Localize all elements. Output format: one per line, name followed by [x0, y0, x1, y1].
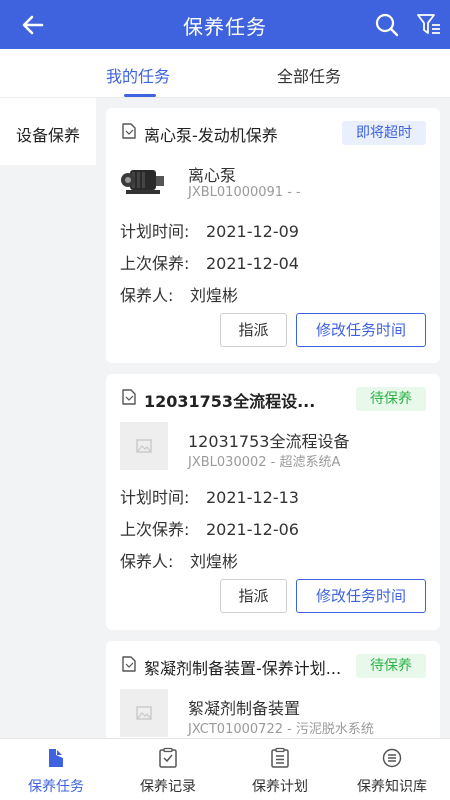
- task-title: 絮凝剂制备装置-保养计划...: [144, 659, 342, 678]
- task-title: 12031753全流程设...: [144, 392, 316, 411]
- last-maintenance-value: 2021-12-06: [206, 520, 299, 539]
- equipment-code: JXBL01000091 - -: [188, 185, 301, 200]
- filter-icon[interactable]: [416, 12, 442, 38]
- nav-label: 保养任务: [28, 779, 84, 795]
- plan-time-value: 2021-12-09: [206, 222, 299, 241]
- record-icon: [159, 747, 177, 768]
- maintainer-row: 保养人: 刘煌彬: [120, 548, 238, 572]
- plan-icon: [271, 747, 289, 768]
- last-maintenance-label: 上次保养:: [120, 520, 190, 539]
- task-list: 离心泵-发动机保养 即将超时 离心泵 JXBL01000091 - - 计划时间…: [96, 98, 450, 738]
- equipment-name: 12031753全流程设备: [188, 432, 350, 451]
- search-icon[interactable]: [374, 12, 400, 38]
- assign-button[interactable]: 指派: [220, 313, 287, 347]
- assign-button[interactable]: 指派: [220, 579, 287, 613]
- plan-time-value: 2021-12-13: [206, 488, 299, 507]
- equipment-code: JXCT01000722 - 污泥脱水系统: [188, 722, 374, 737]
- last-maintenance-row: 上次保养: 2021-12-04: [120, 250, 299, 274]
- task-tabs: 我的任务 全部任务: [0, 49, 450, 98]
- maintainer-label: 保养人:: [120, 286, 174, 305]
- modify-task-time-button[interactable]: 修改任务时间: [296, 579, 426, 613]
- image-placeholder: [120, 422, 168, 470]
- plan-time-label: 计划时间:: [120, 222, 190, 241]
- maintainer-value: 刘煌彬: [190, 286, 239, 305]
- nav-maintenance-task[interactable]: 保养任务: [0, 739, 112, 800]
- equipment-code: JXBL030002 - 超滤系统A: [188, 455, 341, 470]
- app-header: 保养任务: [0, 0, 450, 49]
- plan-time-row: 计划时间: 2021-12-09: [120, 218, 299, 242]
- nav-label: 保养记录: [140, 779, 196, 795]
- document-icon: [122, 389, 136, 405]
- image-placeholder-icon: [136, 439, 152, 453]
- task-card[interactable]: 离心泵-发动机保养 即将超时 离心泵 JXBL01000091 - - 计划时间…: [106, 108, 440, 363]
- image-placeholder-icon: [136, 706, 152, 720]
- sidebar-item-equipment-maintenance[interactable]: 设备保养: [0, 98, 96, 165]
- status-badge: 待保养: [356, 387, 426, 411]
- knowledge-icon: [382, 748, 402, 768]
- bottom-nav: 保养任务 保养记录 保养计划 保养知识库: [0, 738, 450, 800]
- maintainer-row: 保养人: 刘煌彬: [120, 282, 238, 306]
- task-icon: [49, 749, 63, 767]
- plan-time-label: 计划时间:: [120, 488, 190, 507]
- last-maintenance-value: 2021-12-04: [206, 254, 299, 273]
- nav-maintenance-record[interactable]: 保养记录: [112, 739, 224, 800]
- equipment-name: 絮凝剂制备装置: [188, 699, 301, 718]
- task-card[interactable]: 12031753全流程设... 待保养 12031753全流程设备 JXBL03…: [106, 374, 440, 630]
- last-maintenance-row: 上次保养: 2021-12-06: [120, 516, 299, 540]
- maintainer-label: 保养人:: [120, 552, 174, 571]
- modify-task-time-button[interactable]: 修改任务时间: [296, 313, 426, 347]
- last-maintenance-label: 上次保养:: [120, 254, 190, 273]
- nav-label: 保养计划: [252, 779, 308, 795]
- tab-all-tasks[interactable]: 全部任务: [277, 63, 341, 87]
- status-badge: 待保养: [356, 654, 426, 678]
- task-title: 离心泵-发动机保养: [144, 126, 278, 145]
- image-placeholder: [120, 689, 168, 737]
- category-sidebar: 设备保养: [0, 98, 96, 738]
- nav-knowledge-base[interactable]: 保养知识库: [336, 739, 448, 800]
- pump-image: [121, 170, 164, 194]
- maintainer-value: 刘煌彬: [190, 552, 239, 571]
- nav-maintenance-plan[interactable]: 保养计划: [224, 739, 336, 800]
- equipment-name: 离心泵: [188, 166, 237, 185]
- document-icon: [122, 656, 136, 672]
- tab-my-tasks[interactable]: 我的任务: [106, 63, 170, 87]
- nav-label: 保养知识库: [357, 779, 427, 795]
- plan-time-row: 计划时间: 2021-12-13: [120, 484, 299, 508]
- active-tab-indicator: [124, 94, 156, 97]
- task-card[interactable]: 絮凝剂制备装置-保养计划... 待保养 絮凝剂制备装置 JXCT01000722…: [106, 641, 440, 738]
- document-icon: [122, 123, 136, 139]
- status-badge: 即将超时: [342, 121, 426, 145]
